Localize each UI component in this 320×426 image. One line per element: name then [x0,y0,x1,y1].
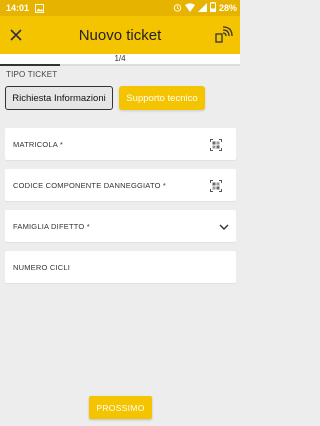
alarm-icon [173,3,182,14]
chevron-down-icon[interactable] [218,220,230,232]
step-indicator: 1/4 [0,54,240,64]
app-bar: Nuovo ticket [0,16,240,54]
page-title: Nuovo ticket [78,26,162,44]
ticket-type-info-button[interactable]: Richiesta Informazioni [5,86,113,110]
defect-family-label: FAMIGLIA DIFETTO * [13,221,90,231]
signal-icon [197,2,207,14]
defect-family-select[interactable]: FAMIGLIA DIFETTO * [5,210,236,242]
ticket-type-label: TIPO TICKET [6,70,58,79]
qr-scan-icon[interactable] [210,179,222,192]
status-bar: 14:01 28% [0,0,240,16]
cycle-count-label: NUMERO CICLI [13,262,70,272]
component-code-field[interactable]: CODICE COMPONENTE DANNEGGIATO * [5,169,236,201]
next-button[interactable]: PROSSIMO [89,396,152,419]
progress-fill [0,64,60,66]
status-time: 14:01 [6,3,30,13]
battery-percent: 28% [218,3,237,13]
serial-number-label: MATRICOLA * [13,139,63,149]
close-icon[interactable] [7,26,25,44]
ticket-type-tech-button[interactable]: Supporto tecnico [119,86,205,110]
component-code-label: CODICE COMPONENTE DANNEGGIATO * [13,180,167,190]
image-icon [35,3,45,13]
serial-number-field[interactable]: MATRICOLA * [5,128,236,160]
cycle-count-field[interactable]: NUMERO CICLI [5,251,236,283]
battery-icon [209,2,216,14]
qr-scan-icon[interactable] [210,138,222,151]
wifi-icon [184,2,195,14]
nfc-icon[interactable] [214,25,234,45]
progress-bar [0,64,240,66]
